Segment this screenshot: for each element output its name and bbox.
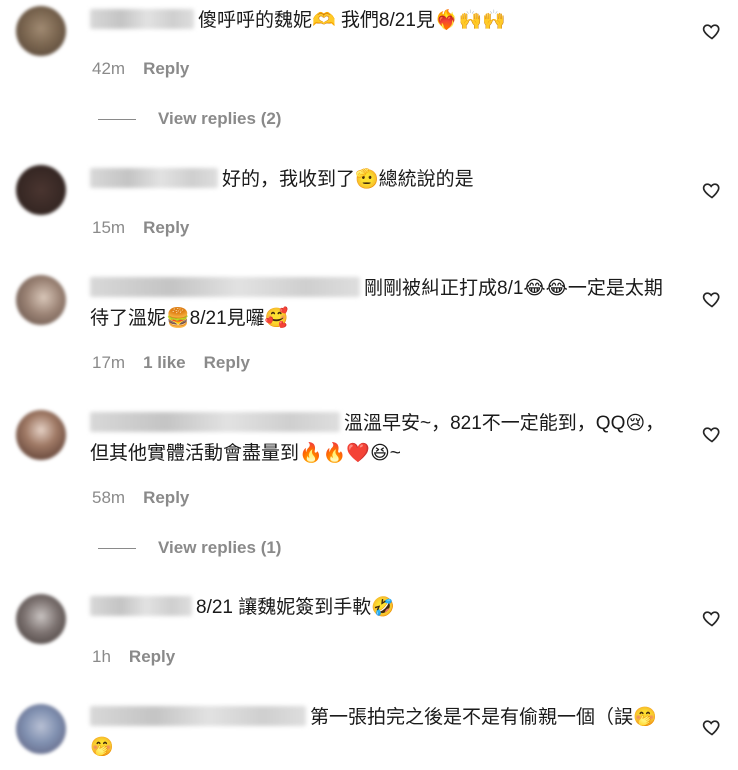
comment-age: 58m <box>92 488 126 507</box>
comment-meta: 17m 1 like Reply <box>92 353 268 373</box>
heart-outline-icon[interactable] <box>702 424 722 444</box>
heart-outline-icon[interactable] <box>702 289 722 309</box>
comment-body: 8/21 讓魏妮簽到手軟🤣 <box>90 593 680 623</box>
reply-button[interactable]: Reply <box>143 59 189 78</box>
comment-meta: 42m Reply <box>92 59 207 79</box>
divider-line <box>98 119 136 121</box>
avatar[interactable] <box>16 165 66 215</box>
avatar[interactable] <box>16 410 66 460</box>
comment-meta: 58m Reply <box>92 488 207 508</box>
comment-text: 8/21 讓魏妮簽到手軟🤣 <box>196 597 395 618</box>
avatar[interactable] <box>16 6 66 56</box>
reply-button[interactable]: Reply <box>204 353 250 372</box>
username-redacted[interactable] <box>90 706 306 726</box>
username-redacted[interactable] <box>90 168 218 188</box>
avatar[interactable] <box>16 275 66 325</box>
comment-age: 42m <box>92 59 126 78</box>
comment-age: 15m <box>92 218 126 237</box>
comment-meta: 1h Reply <box>92 647 193 667</box>
comment-body: 第一張拍完之後是不是有偷親一個（誤🤭🤭 <box>90 703 680 763</box>
comment-text: 好的，我收到了🫡總統說的是 <box>222 169 474 190</box>
username-redacted[interactable] <box>90 9 194 29</box>
comment-meta: 15m Reply <box>92 218 207 238</box>
heart-outline-icon[interactable] <box>702 180 722 200</box>
comment-body: 好的，我收到了🫡總統說的是 <box>90 165 680 195</box>
comment-body: 溫溫早安~，821不一定能到，QQ😢，但其他實體活動會盡量到🔥🔥❤️😆~ <box>90 409 680 469</box>
heart-outline-icon[interactable] <box>702 21 722 41</box>
view-replies-button[interactable]: View replies (1) <box>98 538 281 558</box>
comment-body: 傻呼呼的魏妮🫶 我們8/21見❤️‍🔥🙌🙌 <box>90 6 680 36</box>
comment-text: 傻呼呼的魏妮🫶 我們8/21見❤️‍🔥🙌🙌 <box>198 10 506 31</box>
comment-body: 剛剛被糾正打成8/1😂😂一定是太期待了溫妮🍔8/21見囉🥰 <box>90 274 680 334</box>
view-replies-button[interactable]: View replies (2) <box>98 109 281 129</box>
likes-count[interactable]: 1 like <box>143 353 186 372</box>
heart-outline-icon[interactable] <box>702 608 722 628</box>
reply-button[interactable]: Reply <box>143 488 189 507</box>
avatar[interactable] <box>16 594 66 644</box>
view-replies-label: View replies (2) <box>158 109 282 128</box>
reply-button[interactable]: Reply <box>143 218 189 237</box>
view-replies-label: View replies (1) <box>158 538 282 557</box>
comment-age: 17m <box>92 353 126 372</box>
username-redacted[interactable] <box>90 277 360 297</box>
heart-outline-icon[interactable] <box>702 717 722 737</box>
username-redacted[interactable] <box>90 412 340 432</box>
comment-age: 1h <box>92 647 111 666</box>
avatar[interactable] <box>16 704 66 754</box>
username-redacted[interactable] <box>90 596 192 616</box>
reply-button[interactable]: Reply <box>129 647 175 666</box>
divider-line <box>98 548 136 550</box>
